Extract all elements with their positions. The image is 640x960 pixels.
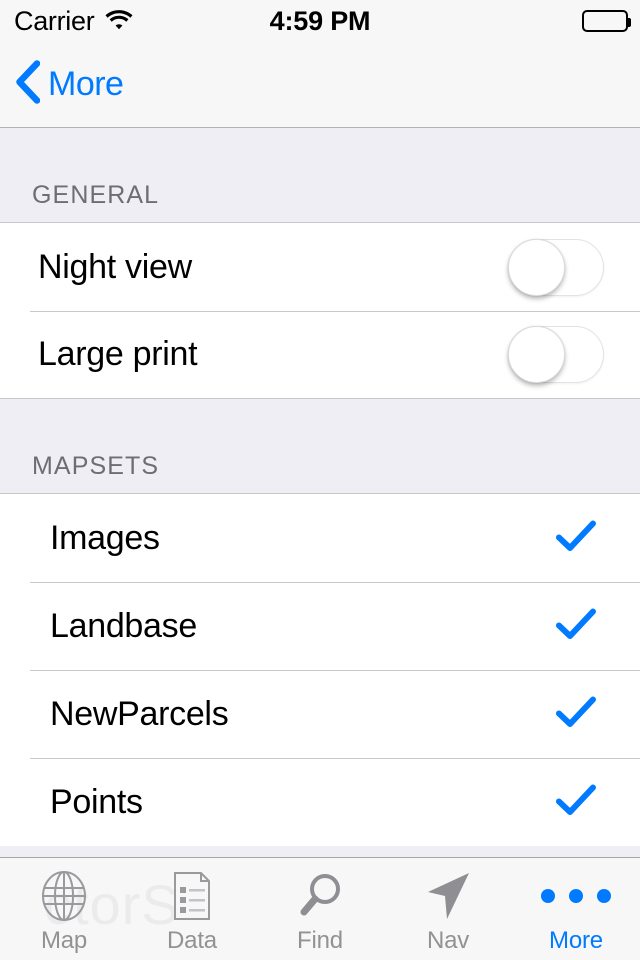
back-button-label: More: [48, 65, 124, 103]
table-row[interactable]: Images: [0, 494, 640, 582]
globe-icon: [36, 868, 92, 924]
tab-label-data: Data: [167, 926, 217, 954]
document-list-icon: [164, 868, 220, 924]
table-row[interactable]: Points: [0, 758, 640, 846]
tab-map[interactable]: Map: [0, 858, 128, 960]
section-header-general: GENERAL: [0, 128, 640, 223]
row-label-large-print: Large print: [38, 335, 198, 373]
table-row[interactable]: Large print: [0, 311, 640, 399]
magnifier-icon: [292, 868, 348, 924]
chevron-left-icon: [14, 60, 41, 109]
table-row[interactable]: NewParcels: [0, 670, 640, 758]
ellipsis-icon: [541, 868, 611, 924]
row-label-points: Points: [50, 782, 143, 821]
checkmark-icon: [556, 783, 596, 822]
navigation-arrow-icon: [420, 868, 476, 924]
status-bar-time: 4:59 PM: [269, 5, 371, 36]
navigation-bar: More: [0, 42, 640, 128]
tab-label-nav: Nav: [426, 926, 470, 954]
toggle-night-view[interactable]: [508, 238, 604, 296]
battery-full-icon: [582, 10, 631, 32]
tab-bar: ctorS Map Data Find Nav More: [0, 857, 640, 960]
section-header-mapsets: MAPSETS: [0, 399, 640, 494]
tab-nav[interactable]: Nav: [384, 858, 512, 960]
battery-nub: [627, 18, 631, 27]
table-row[interactable]: Night view: [0, 223, 640, 311]
ellipsis-dots: [541, 888, 611, 903]
status-bar-right: [582, 0, 631, 42]
dot: [541, 888, 555, 903]
tab-find[interactable]: Find: [256, 858, 384, 960]
row-label-night-view: Night view: [38, 247, 192, 286]
checkmark-icon: [556, 695, 596, 734]
dot: [597, 888, 611, 903]
settings-list: GENERAL Night view Large print MAPSETS I…: [0, 128, 640, 857]
tab-label-more: More: [549, 926, 603, 954]
app-screen: Carrier 4:59 PM More GENERAL Night view …: [0, 0, 640, 960]
toggle-large-print[interactable]: [508, 326, 604, 383]
switch-knob: [508, 238, 565, 296]
section-header-label: GENERAL: [32, 181, 160, 209]
row-label-landbase: Landbase: [50, 606, 197, 645]
row-label-newparcels: NewParcels: [50, 694, 229, 733]
row-label-images: Images: [50, 518, 160, 557]
checkmark-icon: [556, 519, 596, 558]
switch-knob: [508, 326, 565, 383]
section-header-label: MAPSETS: [32, 452, 160, 480]
tab-data[interactable]: Data: [128, 858, 256, 960]
tab-more[interactable]: More: [512, 858, 640, 960]
tab-label-find: Find: [297, 926, 343, 954]
dot: [569, 888, 583, 903]
table-row[interactable]: Landbase: [0, 582, 640, 670]
status-bar: Carrier 4:59 PM: [0, 0, 640, 42]
tab-label-map: Map: [40, 926, 88, 954]
back-button[interactable]: More: [14, 60, 124, 109]
checkmark-icon: [556, 607, 596, 646]
